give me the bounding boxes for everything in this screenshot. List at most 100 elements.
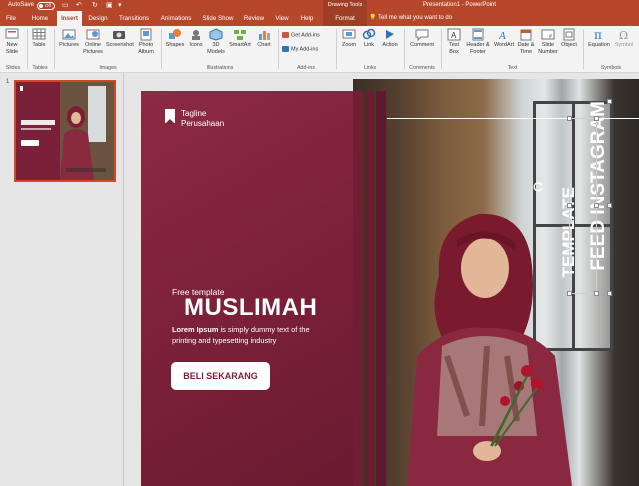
resize-handle[interactable] <box>607 99 612 104</box>
date-time-button[interactable]: Date & Time <box>516 28 536 55</box>
body-text[interactable]: Lorem Ipsum is simply dummy text of the … <box>172 324 372 346</box>
group-illustrations-label: Illustrations <box>206 65 234 71</box>
window-title: Presentation1 - PowerPoint <box>423 2 497 8</box>
symbol-label: Symbol <box>614 42 634 48</box>
tab-animations[interactable]: Animations <box>157 11 195 26</box>
get-addins-button[interactable]: Get Add-ins <box>282 32 320 39</box>
screenshot-button[interactable]: Screenshot <box>106 28 134 49</box>
resize-handle[interactable] <box>567 291 572 296</box>
table-button[interactable]: Table <box>31 28 47 49</box>
tab-insert[interactable]: Insert <box>57 11 82 26</box>
powerpoint-window: AutoSave Off ▭ ↶ ↻ ▣ ▾ Drawing Tools Pre… <box>0 0 639 486</box>
group-divider <box>336 29 337 69</box>
group-links-label: Links <box>363 65 377 71</box>
resize-handle[interactable] <box>607 291 612 296</box>
comment-button[interactable]: Comment <box>408 28 436 49</box>
title-bar: AutoSave Off ▭ ↶ ↻ ▣ ▾ Drawing Tools Pre… <box>0 0 639 11</box>
link-label: Link <box>363 42 375 48</box>
photo-album-label: Photo Album <box>138 42 154 55</box>
buy-now-button[interactable]: BELI SEKARANG <box>171 362 270 390</box>
slide-number-icon: # <box>541 29 555 40</box>
wordart-icon: A <box>498 30 506 41</box>
group-divider <box>161 29 162 69</box>
online-pictures-button[interactable]: Online Pictures <box>82 28 104 55</box>
new-slide-button[interactable]: New Slide <box>3 28 21 55</box>
slide-editing-canvas[interactable]: Tagline Perusahaan Free template MUSLIMA… <box>125 73 639 486</box>
autosave-toggle[interactable]: Off <box>37 1 55 10</box>
pictures-label: Pictures <box>59 42 79 48</box>
tab-file[interactable]: File <box>2 11 20 26</box>
tab-home[interactable]: Home <box>28 11 52 26</box>
tab-format[interactable]: Format <box>323 11 367 26</box>
my-addins-button[interactable]: My Add-ins <box>282 46 318 53</box>
comment-icon <box>415 29 429 41</box>
shapes-button[interactable]: Shapes <box>165 28 185 49</box>
resize-handle[interactable] <box>607 203 612 208</box>
save-icon[interactable]: ▭ <box>62 1 69 10</box>
icons-button[interactable]: Icons <box>187 28 205 49</box>
icons-icon <box>192 30 200 40</box>
chart-icon <box>259 31 270 40</box>
header-footer-button[interactable]: Header & Footer <box>465 28 491 55</box>
slide[interactable]: Tagline Perusahaan Free template MUSLIMA… <box>141 79 639 486</box>
resize-handle[interactable] <box>594 203 599 208</box>
tab-help[interactable]: Help <box>297 11 317 26</box>
photo-album-button[interactable]: Photo Album <box>135 28 157 55</box>
get-addins-label: Get Add-ins <box>291 32 320 39</box>
body-text-line-2: printing and typesetting industry <box>172 336 277 345</box>
resize-handle[interactable] <box>594 116 599 121</box>
resize-handle[interactable] <box>567 203 572 208</box>
start-presentation-icon[interactable]: ▣ <box>106 1 113 10</box>
pictures-button[interactable]: Pictures <box>58 28 80 49</box>
slide-thumbnail[interactable] <box>14 80 116 182</box>
cube-icon <box>209 28 223 41</box>
group-divider <box>583 29 584 69</box>
link-button[interactable]: Link <box>361 28 377 49</box>
zoom-button[interactable]: Zoom <box>340 28 358 49</box>
link-icon <box>362 28 376 40</box>
tagline[interactable]: Tagline Perusahaan <box>181 109 224 128</box>
ribbon-tabs: File Home Insert Design Transitions Anim… <box>0 11 639 26</box>
object-button[interactable]: Object <box>560 28 578 49</box>
date-time-label: Date & Time <box>517 42 535 55</box>
group-symbols-label: Symbols <box>600 65 622 71</box>
3d-models-button[interactable]: 3D Models <box>207 28 225 55</box>
slide-number-button[interactable]: # Slide Number <box>538 28 558 55</box>
slide-number-label: Slide Number <box>538 42 558 55</box>
new-slide-icon <box>5 28 19 39</box>
rotate-icon[interactable] <box>532 181 544 193</box>
table-icon <box>32 28 46 40</box>
tell-me-search[interactable]: 💡 Tell me what you want to do <box>369 11 452 26</box>
action-button[interactable]: Action <box>380 28 400 49</box>
resize-handle[interactable] <box>594 291 599 296</box>
headline[interactable]: MUSLIMAH <box>184 294 317 322</box>
tagline-line-1: Tagline <box>181 109 207 118</box>
my-addins-label: My Add-ins <box>291 46 319 53</box>
woman-photo[interactable] <box>387 206 587 486</box>
screenshot-label: Screenshot <box>106 42 134 48</box>
stripe <box>376 91 386 486</box>
svg-text:Ω: Ω <box>619 29 628 41</box>
selection-box[interactable] <box>569 118 597 294</box>
tab-transitions[interactable]: Transitions <box>116 11 152 26</box>
tab-view[interactable]: View <box>272 11 292 26</box>
slide-thumbnail-panel[interactable]: 1 <box>0 73 124 486</box>
equation-button[interactable]: π Equation <box>587 28 611 49</box>
stripe <box>353 91 363 486</box>
tagline-line-2: Perusahaan <box>181 118 225 128</box>
symbol-button[interactable]: Ω Symbol <box>612 28 636 49</box>
undo-icon[interactable]: ↶ <box>76 1 82 10</box>
wordart-button[interactable]: A WordArt <box>493 28 515 49</box>
redo-icon[interactable]: ↻ <box>92 1 98 10</box>
tab-review[interactable]: Review <box>241 11 267 26</box>
group-slides-label: Slides <box>5 65 21 71</box>
tab-design[interactable]: Design <box>86 11 110 26</box>
svg-text:π: π <box>594 28 602 41</box>
text-box-button[interactable]: A Text Box <box>445 28 463 55</box>
tab-slide-show[interactable]: Slide Show <box>200 11 236 26</box>
customize-qat-icon[interactable]: ▾ <box>118 1 122 10</box>
resize-handle[interactable] <box>567 116 572 121</box>
group-addins-label: Add-ins <box>297 65 315 71</box>
smartart-button[interactable]: SmartArt <box>227 28 253 49</box>
chart-button[interactable]: Chart <box>255 28 273 49</box>
